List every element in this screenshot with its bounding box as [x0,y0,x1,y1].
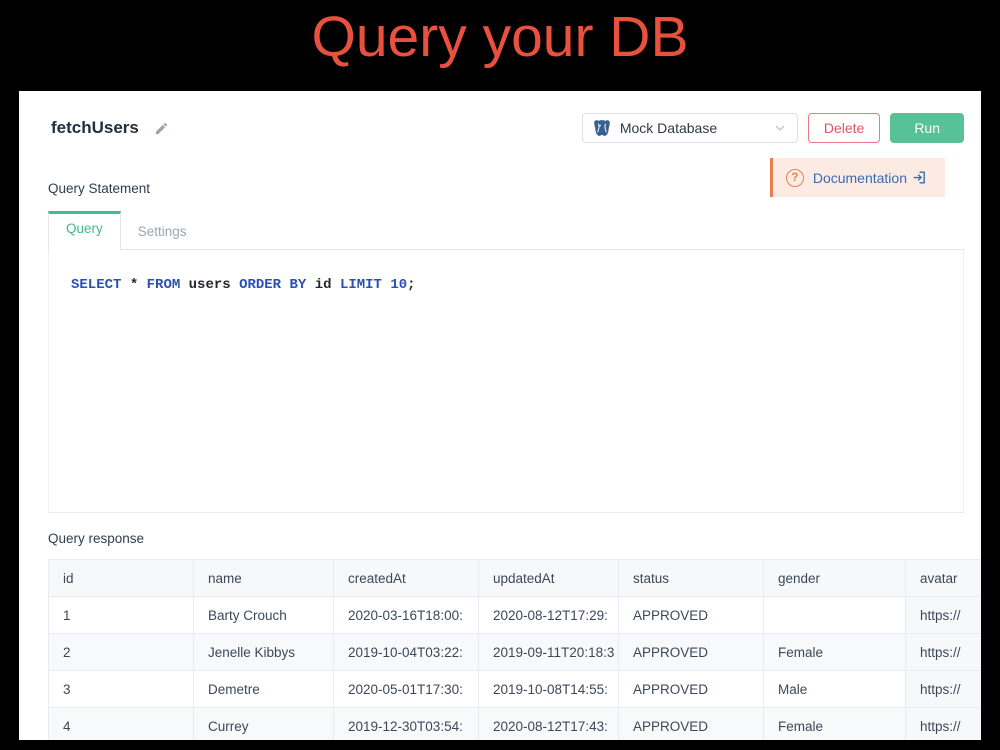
resource-select-value: Mock Database [620,120,764,136]
sql-token: ; [407,277,415,293]
table-cell: 2020-03-16T18:00: [334,597,479,634]
column-header-updatedAt: updatedAt [479,560,619,597]
query-name-wrap: fetchUsers [48,118,169,138]
column-header-avatar: avatar [906,560,982,597]
table-row: 3Demetre2020-05-01T17:30:2019-10-08T14:5… [49,671,982,708]
table-cell: https:// [906,634,982,671]
open-doc-icon [912,170,927,185]
tab-settings[interactable]: Settings [121,211,204,249]
table-cell: APPROVED [619,708,764,741]
query-header: fetchUsers Mock Database [48,112,964,144]
tab-query[interactable]: Query [48,211,121,250]
table-cell: 2019-12-30T03:54: [334,708,479,741]
table-cell: Female [764,634,906,671]
chevron-down-icon [773,121,787,135]
sql-token: users [189,277,231,293]
sql-token: ORDER [239,277,281,293]
query-panel: fetchUsers Mock Database [19,91,981,740]
table-cell: Jenelle Kibbys [194,634,334,671]
table-cell: Currey [194,708,334,741]
column-header-gender: gender [764,560,906,597]
sql-token: BY [290,277,307,293]
page-title: Query your DB [0,4,1000,70]
response-label: Query response [48,531,964,547]
table-cell: https:// [906,671,982,708]
table-header-row: idnamecreatedAtupdatedAtstatusgenderavat… [49,560,982,597]
statement-row: Query Statement ? Documentation [48,158,964,197]
table-cell [764,597,906,634]
statement-label: Query Statement [48,181,150,197]
query-controls: Mock Database Delete Run [582,113,964,143]
sql-token: SELECT [71,277,121,293]
table-body: 1Barty Crouch2020-03-16T18:00:2020-08-12… [49,597,982,741]
table-cell: 1 [49,597,194,634]
table-cell: APPROVED [619,597,764,634]
table-row: 4Currey2019-12-30T03:54:2020-08-12T17:43… [49,708,982,741]
pencil-icon[interactable] [154,121,169,136]
run-button[interactable]: Run [890,113,964,143]
sql-token [306,277,314,293]
sql-token: FROM [147,277,181,293]
sql-token [281,277,289,293]
response-table-wrap: idnamecreatedAtupdatedAtstatusgenderavat… [48,559,981,740]
sql-token: LIMIT [340,277,382,293]
table-cell: Female [764,708,906,741]
documentation-banner: ? Documentation [770,158,945,197]
column-header-createdAt: createdAt [334,560,479,597]
documentation-link[interactable]: Documentation [813,170,927,186]
table-cell: APPROVED [619,634,764,671]
query-name: fetchUsers [51,118,139,138]
table-cell: 2020-08-12T17:29: [479,597,619,634]
delete-button[interactable]: Delete [808,113,880,143]
question-circle-icon: ? [786,169,804,187]
sql-token: * [121,277,146,293]
table-cell: 2019-10-08T14:55: [479,671,619,708]
documentation-label: Documentation [813,170,907,186]
column-header-name: name [194,560,334,597]
table-cell: 2020-08-12T17:43: [479,708,619,741]
sql-token [180,277,188,293]
postgresql-icon [593,119,611,137]
table-cell: https:// [906,708,982,741]
resource-select[interactable]: Mock Database [582,113,798,143]
table-cell: 4 [49,708,194,741]
sql-token [231,277,239,293]
table-cell: APPROVED [619,671,764,708]
table-row: 2Jenelle Kibbys2019-10-04T03:22:2019-09-… [49,634,982,671]
table-cell: https:// [906,597,982,634]
sql-token [332,277,340,293]
table-row: 1Barty Crouch2020-03-16T18:00:2020-08-12… [49,597,982,634]
table-cell: Demetre [194,671,334,708]
column-header-id: id [49,560,194,597]
column-header-status: status [619,560,764,597]
table-cell: 2020-05-01T17:30: [334,671,479,708]
query-tabbar: QuerySettings [48,211,964,250]
sql-line: SELECT * FROM users ORDER BY id LIMIT 10… [71,277,963,293]
sql-token: 10 [390,277,407,293]
table-cell: 2 [49,634,194,671]
table-cell: 2019-10-04T03:22: [334,634,479,671]
response-table: idnamecreatedAtupdatedAtstatusgenderavat… [48,559,981,740]
table-cell: Male [764,671,906,708]
table-cell: Barty Crouch [194,597,334,634]
table-cell: 3 [49,671,194,708]
sql-editor[interactable]: SELECT * FROM users ORDER BY id LIMIT 10… [48,250,964,513]
table-cell: 2019-09-11T20:18:3 [479,634,619,671]
sql-token: id [315,277,332,293]
